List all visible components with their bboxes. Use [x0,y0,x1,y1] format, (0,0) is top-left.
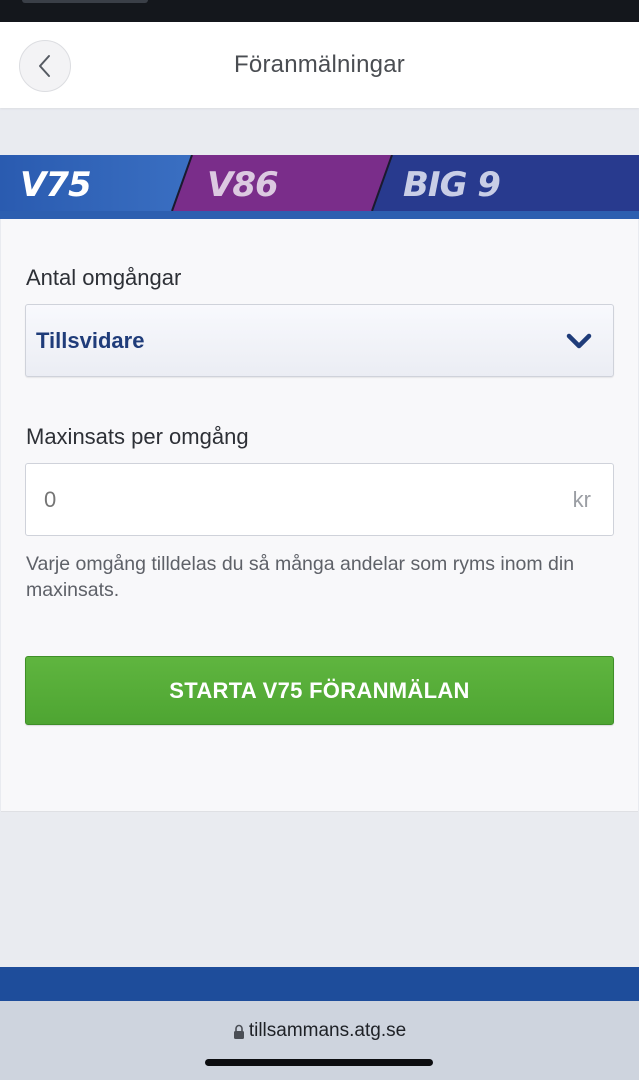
back-button[interactable] [19,40,71,92]
currency-suffix: kr [572,487,591,512]
tab-big9-label[interactable]: BIG 9 [403,155,501,215]
app-header: Föranmälningar [0,22,639,108]
browser-bar: tillsammans.atg.se [0,1001,639,1080]
lock-icon [233,1024,244,1039]
tab-v86-label[interactable]: V86 [207,155,279,215]
chevron-left-icon [39,55,50,77]
status-bar [0,0,639,22]
max-stake-field[interactable]: kr [25,463,614,536]
status-bar-item [22,0,148,3]
rounds-select[interactable]: Tillsvidare [25,304,614,377]
max-stake-label: Maxinsats per omgång [26,424,249,449]
help-text: Varje omgång tilldelas du så många andel… [26,553,575,601]
tab-v75-label[interactable]: V75 [20,155,92,215]
form-card: Antal omgångar Tillsvidare Maxinsats per… [1,219,638,812]
footer-band [0,967,639,1001]
max-stake-input[interactable] [44,464,544,535]
address-bar[interactable]: tillsammans.atg.se [0,1019,639,1043]
url-text: tillsammans.atg.se [248,1020,407,1041]
rounds-select-value: Tillsvidare [36,328,145,353]
rounds-label: Antal omgångar [26,265,182,290]
game-tabs-background [0,155,639,219]
home-indicator[interactable] [205,1059,433,1066]
tab-underline [0,211,639,219]
chevron-down-icon [566,333,592,349]
page-title: Föranmälningar [234,51,405,78]
tab-v86-bg[interactable] [172,155,392,211]
game-tabs: V75 V86 BIG 9 [0,155,639,219]
start-preregistration-button[interactable]: STARTA V75 FÖRANMÄLAN [25,656,614,725]
